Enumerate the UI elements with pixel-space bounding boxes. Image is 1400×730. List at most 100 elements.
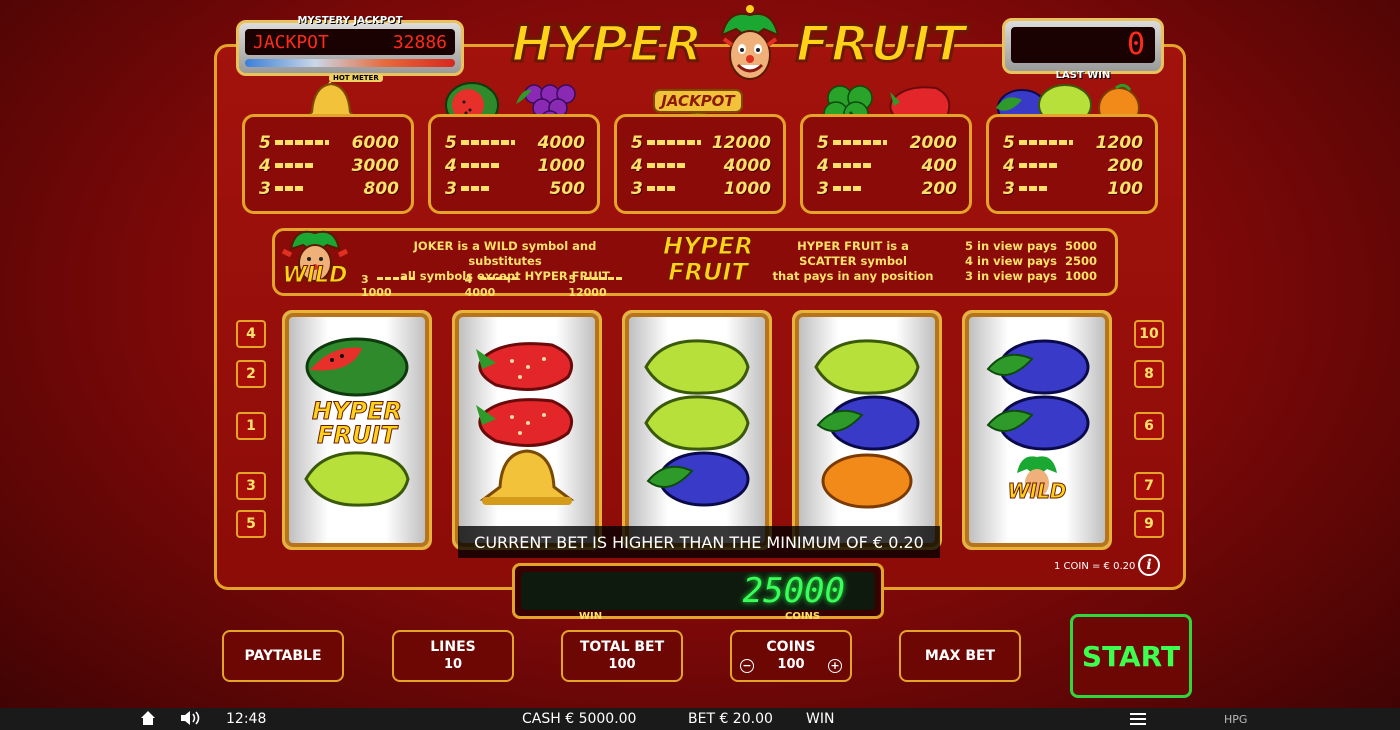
pay-count: 3 [445, 178, 457, 199]
jackpot-value: 32886 [392, 31, 447, 53]
start-label: START [1081, 639, 1181, 673]
reel-3 [622, 310, 772, 550]
coins-minus-button[interactable]: − [740, 659, 754, 673]
minimum-bet-message: CURRENT BET IS HIGHER THAN THE MINIMUM O… [458, 526, 940, 558]
reel-4-symbol-orange-icon [795, 451, 939, 509]
reel-5-symbol-plum-icon [965, 395, 1109, 451]
reel-4-symbol-plum-icon [795, 395, 939, 451]
scatter-text-line-2: SCATTER symbol [799, 254, 907, 268]
wild-pay-3: 3 1000 [361, 273, 447, 299]
paytable-jackpot: 5 12000 4 4000 3 1000 [614, 114, 786, 214]
pay-row-5: 5 2000 [817, 131, 957, 154]
pay-row-3: 3 200 [817, 177, 957, 200]
pay-dash-indicator [1019, 163, 1073, 168]
pay-dash-indicator [275, 140, 329, 145]
pay-row-4: 4 3000 [259, 154, 399, 177]
reel-2 [452, 310, 602, 550]
pay-dash-indicator [647, 163, 701, 168]
reel-hyper-word: HYPER [312, 397, 403, 425]
payline-button-3[interactable]: 3 [236, 472, 266, 500]
menu-icon[interactable] [1130, 712, 1146, 730]
reel-5-symbol-plum-icon [965, 339, 1109, 395]
reel-5-symbol-wild-icon: WILD [965, 451, 1109, 507]
pay-dash-indicator [461, 186, 515, 191]
jackpot-screen: JACKPOT 32886 [245, 29, 455, 55]
total-bet-label: TOTAL BET [579, 639, 665, 655]
pay-dash-indicator [647, 140, 701, 145]
reel-wild-label: WILD [1007, 479, 1067, 504]
home-icon[interactable] [140, 710, 156, 730]
win-display: 25000 WIN COINS [512, 563, 884, 622]
pay-row-3: 3 100 [1003, 177, 1143, 200]
pay-row-4: 4 1000 [445, 154, 585, 177]
paytable-button[interactable]: PAYTABLE [222, 630, 344, 682]
payline-button-4[interactable]: 4 [236, 320, 266, 348]
pay-count: 5 [1003, 132, 1015, 153]
pay-row-5: 5 6000 [259, 131, 399, 154]
pay-value: 4000 [537, 132, 585, 153]
pay-count: 3 [259, 178, 271, 199]
lines-value: 10 [443, 657, 463, 672]
pay-count: 5 [817, 132, 829, 153]
wild-pay-4: 4 4000 [465, 273, 551, 299]
jackpot-badge: JACKPOT [661, 92, 735, 110]
lines-button[interactable]: LINES 10 [392, 630, 514, 682]
pay-dash-indicator [461, 163, 515, 168]
payline-button-6[interactable]: 6 [1134, 412, 1164, 440]
wild-label: WILD [282, 263, 348, 289]
reel-fruit-word: FRUIT [317, 421, 398, 449]
payline-button-5[interactable]: 5 [236, 510, 266, 538]
reel-5: WILD [962, 310, 1112, 550]
coins-label: COINS [785, 611, 821, 622]
pay-value: 3000 [351, 155, 399, 176]
pay-count: 3 [1003, 178, 1015, 199]
reel-2-symbol-strawberry-icon [455, 395, 599, 451]
payline-button-7[interactable]: 7 [1134, 472, 1164, 500]
reel-4 [792, 310, 942, 550]
payline-button-1[interactable]: 1 [236, 412, 266, 440]
scatter-logo-word-1: HYPER [663, 232, 754, 260]
paytable-button-label: PAYTABLE [244, 647, 322, 664]
start-button[interactable]: START [1070, 614, 1192, 698]
pay-value: 6000 [351, 132, 399, 153]
payline-button-9[interactable]: 9 [1134, 510, 1164, 538]
pay-value: 1000 [723, 178, 771, 199]
game-logo: HYPER FRUIT [486, 4, 992, 84]
wild-pays: 3 1000 4 4000 5 12000 [361, 273, 661, 299]
scatter-logo-word-2: FRUIT [668, 258, 749, 286]
status-bar: 12:48 CASH € 5000.00 BET € 20.00 WIN HPG [0, 708, 1400, 730]
payline-button-10[interactable]: 10 [1134, 320, 1164, 348]
joker-icon [714, 5, 786, 83]
info-icon[interactable]: i [1138, 554, 1160, 576]
pay-count: 3 [631, 178, 643, 199]
cash-balance: CASH € 5000.00 [522, 711, 637, 727]
max-bet-label: MAX BET [924, 647, 996, 664]
pay-count: 4 [259, 155, 271, 176]
hot-meter-bar [245, 59, 455, 67]
sound-icon[interactable] [180, 710, 202, 730]
last-win-display: 0 LAST WIN [1002, 18, 1164, 81]
reel-2-symbol-strawberry-icon [455, 339, 599, 395]
pay-row-3: 3 1000 [631, 177, 771, 200]
pay-count: 3 [817, 178, 829, 199]
coins-selector: COINS 100 − + [730, 630, 852, 682]
reel-1-symbol-watermelon-icon [285, 337, 429, 397]
coins-selector-label: COINS [766, 639, 816, 655]
payline-button-2[interactable]: 2 [236, 360, 266, 388]
pay-dash-indicator [833, 186, 887, 191]
payline-button-8[interactable]: 8 [1134, 360, 1164, 388]
pay-count: 4 [817, 155, 829, 176]
total-bet-button[interactable]: TOTAL BET 100 [561, 630, 683, 682]
win-amount: WIN [806, 711, 835, 727]
scatter-pay-5: 5 in view pays 5000 [965, 239, 1098, 253]
coins-plus-button[interactable]: + [828, 659, 842, 673]
brand-logo: HPG [1224, 713, 1248, 726]
pay-dash-indicator [275, 186, 329, 191]
last-win-value: 0 [1011, 27, 1155, 63]
pay-value: 1000 [537, 155, 585, 176]
reel-3-symbol-lemon-icon [625, 339, 769, 395]
max-bet-button[interactable]: MAX BET [899, 630, 1021, 682]
paytable-watermelon-grapes: 5 4000 4 1000 3 500 [428, 114, 600, 214]
pay-count: 5 [631, 132, 643, 153]
pay-count: 4 [1003, 155, 1015, 176]
